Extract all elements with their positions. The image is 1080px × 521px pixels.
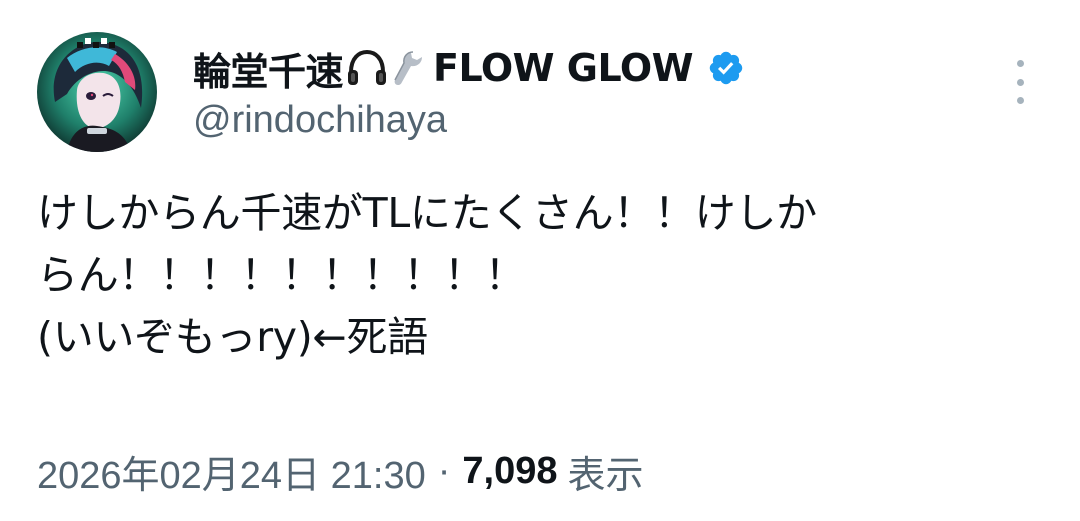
tweet-timestamp[interactable]: 2026年02月24日 21:30 bbox=[37, 444, 426, 499]
more-dot bbox=[1016, 60, 1024, 67]
display-name[interactable]: 輪堂千速 bbox=[193, 41, 344, 96]
more-dot bbox=[1016, 78, 1024, 86]
author-handle[interactable]: @rindochihaya bbox=[193, 99, 447, 142]
wrench-icon bbox=[391, 48, 427, 88]
tweet-text: けしからん千速がTLにたくさん！！けしか らん！！！！！！！！！！ (いいぞもっ… bbox=[37, 182, 1037, 368]
tweet-card: 輪堂千速 FLOW GLOW @rindochihaya けしからん千速がTLに… bbox=[0, 0, 1080, 521]
avatar[interactable] bbox=[37, 32, 157, 152]
author-name-row: 輪堂千速 FLOW GLOW bbox=[193, 40, 745, 96]
views-count: 7,098 bbox=[462, 449, 558, 492]
tweet-meta: 2026年02月24日 21:30 · 7,098 表示 bbox=[37, 443, 644, 499]
more-dot bbox=[1016, 97, 1024, 104]
verified-badge-icon[interactable] bbox=[707, 49, 745, 87]
tweet-text-line: けしからん千速がTLにたくさん！！けしか bbox=[37, 189, 817, 237]
tweet-text-line: (いいぞもっry)←死語 bbox=[37, 313, 428, 361]
meta-separator: · bbox=[437, 449, 451, 492]
more-vertical-icon[interactable] bbox=[1004, 60, 1036, 104]
tweet-text-line: らん！！！！！！！！！！ bbox=[37, 251, 526, 299]
views-label: 表示 bbox=[567, 452, 644, 497]
display-name-suffix[interactable]: FLOW GLOW bbox=[433, 46, 694, 90]
headphones-icon bbox=[345, 48, 389, 88]
